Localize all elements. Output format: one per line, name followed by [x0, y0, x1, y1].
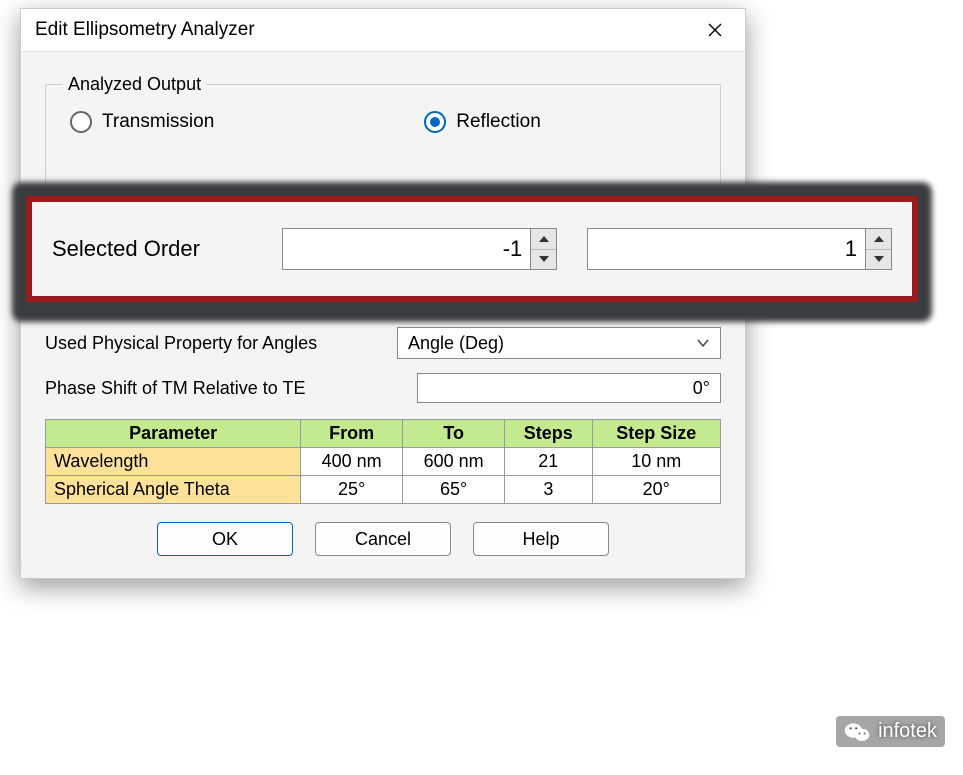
analyzed-output-legend: Analyzed Output	[62, 74, 207, 95]
cell-steps: 21	[505, 448, 592, 476]
phase-shift-label: Phase Shift of TM Relative to TE	[45, 378, 405, 399]
cancel-button[interactable]: Cancel	[315, 522, 451, 556]
chevron-up-icon	[539, 236, 549, 242]
phase-shift-input[interactable]: 0°	[417, 373, 721, 403]
col-parameter: Parameter	[46, 420, 301, 448]
col-from: From	[301, 420, 403, 448]
selected-order-value-2: 1	[588, 229, 865, 269]
selected-order-value-1: -1	[283, 229, 530, 269]
cell-from: 25°	[301, 476, 403, 504]
ok-button[interactable]: OK	[157, 522, 293, 556]
phase-shift-row: Phase Shift of TM Relative to TE 0°	[45, 373, 721, 403]
radio-transmission[interactable]: Transmission	[70, 111, 214, 133]
help-button[interactable]: Help	[473, 522, 609, 556]
close-button[interactable]	[695, 15, 735, 45]
spin-down-button[interactable]	[866, 250, 891, 270]
col-steps: Steps	[505, 420, 592, 448]
selected-order-panel: Selected Order -1 1	[26, 196, 918, 302]
dialog-content: Analyzed Output Transmission Reflection …	[21, 52, 745, 578]
cell-to: 65°	[403, 476, 505, 504]
cell-param-name: Spherical Angle Theta	[46, 476, 301, 504]
cell-to: 600 nm	[403, 448, 505, 476]
table-header-row: Parameter From To Steps Step Size	[46, 420, 721, 448]
table-row[interactable]: Wavelength 400 nm 600 nm 21 10 nm	[46, 448, 721, 476]
spin-arrows	[530, 229, 556, 269]
spin-up-button[interactable]	[866, 229, 891, 250]
watermark: infotek	[836, 716, 945, 747]
radio-transmission-label: Transmission	[102, 111, 214, 133]
spin-up-button[interactable]	[531, 229, 556, 250]
spin-arrows	[865, 229, 891, 269]
selected-order-overlay: Selected Order -1 1	[12, 182, 932, 322]
selected-order-spin-1[interactable]: -1	[282, 228, 557, 270]
window-title: Edit Ellipsometry Analyzer	[35, 19, 255, 41]
radio-reflection[interactable]: Reflection	[424, 111, 541, 133]
cell-param-name: Wavelength	[46, 448, 301, 476]
selected-order-spin-2[interactable]: 1	[587, 228, 892, 270]
chevron-down-icon	[874, 256, 884, 262]
cell-step-size: 10 nm	[592, 448, 720, 476]
spin-down-button[interactable]	[531, 250, 556, 270]
col-to: To	[403, 420, 505, 448]
radio-circle-icon	[70, 111, 92, 133]
angle-property-label: Used Physical Property for Angles	[45, 333, 385, 354]
radio-circle-icon	[424, 111, 446, 133]
table-row[interactable]: Spherical Angle Theta 25° 65° 3 20°	[46, 476, 721, 504]
chevron-down-icon	[539, 256, 549, 262]
title-bar: Edit Ellipsometry Analyzer	[21, 9, 745, 52]
col-step-size: Step Size	[592, 420, 720, 448]
chevron-down-icon	[696, 336, 710, 350]
dialog-buttons: OK Cancel Help	[45, 522, 721, 556]
wechat-icon	[844, 721, 870, 743]
cell-step-size: 20°	[592, 476, 720, 504]
angle-property-row: Used Physical Property for Angles Angle …	[45, 327, 721, 359]
cell-from: 400 nm	[301, 448, 403, 476]
radio-reflection-label: Reflection	[456, 111, 541, 133]
chevron-up-icon	[874, 236, 884, 242]
parameter-table: Parameter From To Steps Step Size Wavele…	[45, 419, 721, 504]
watermark-text: infotek	[878, 720, 937, 743]
angle-property-select[interactable]: Angle (Deg)	[397, 327, 721, 359]
analyzed-output-radios: Transmission Reflection	[62, 107, 704, 133]
angle-property-value: Angle (Deg)	[408, 333, 504, 354]
close-icon	[707, 22, 723, 38]
selected-order-label: Selected Order	[52, 236, 252, 262]
phase-shift-value: 0°	[693, 378, 710, 399]
cell-steps: 3	[505, 476, 592, 504]
